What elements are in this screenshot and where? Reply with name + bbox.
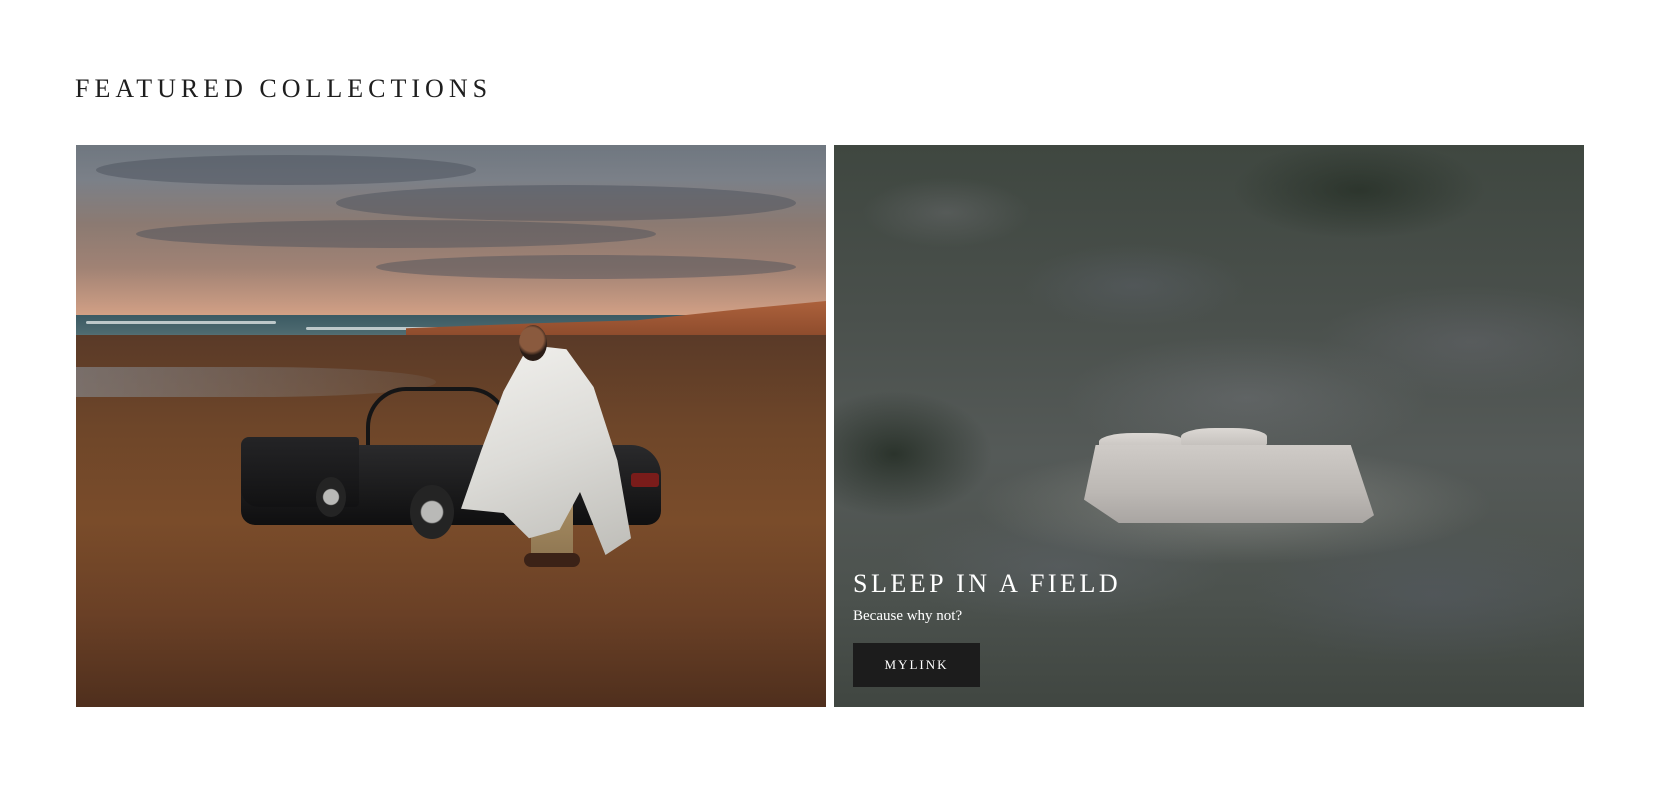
cloud xyxy=(336,185,796,221)
wave xyxy=(86,321,276,324)
car-taillight xyxy=(631,473,659,487)
collection-image-beach xyxy=(76,145,826,707)
card-text: Because why not? xyxy=(853,608,963,624)
collection-card-beach[interactable] xyxy=(76,145,826,707)
bed xyxy=(1084,445,1374,523)
cloud xyxy=(136,220,656,248)
card-content: SLEEP IN A FIELD Because why not? MYLINK xyxy=(853,570,1121,687)
cloud xyxy=(376,255,796,279)
featured-collections-section: FEATURED COLLECTIONS SLEEP IN A FIELD Be… xyxy=(0,0,1659,794)
collections-grid: SLEEP IN A FIELD Because why not? MYLINK xyxy=(76,145,1584,707)
mylink-button[interactable]: MYLINK xyxy=(853,643,980,687)
man-head xyxy=(519,325,547,361)
section-title: FEATURED COLLECTIONS xyxy=(75,74,493,103)
collection-card-field[interactable]: SLEEP IN A FIELD Because why not? MYLINK xyxy=(834,145,1584,707)
wet-sand xyxy=(76,367,436,397)
man-shoes xyxy=(524,553,580,567)
car-wheel xyxy=(410,485,454,539)
card-heading: SLEEP IN A FIELD xyxy=(853,569,1122,599)
cloud xyxy=(96,155,476,185)
car-wheel xyxy=(316,477,346,517)
